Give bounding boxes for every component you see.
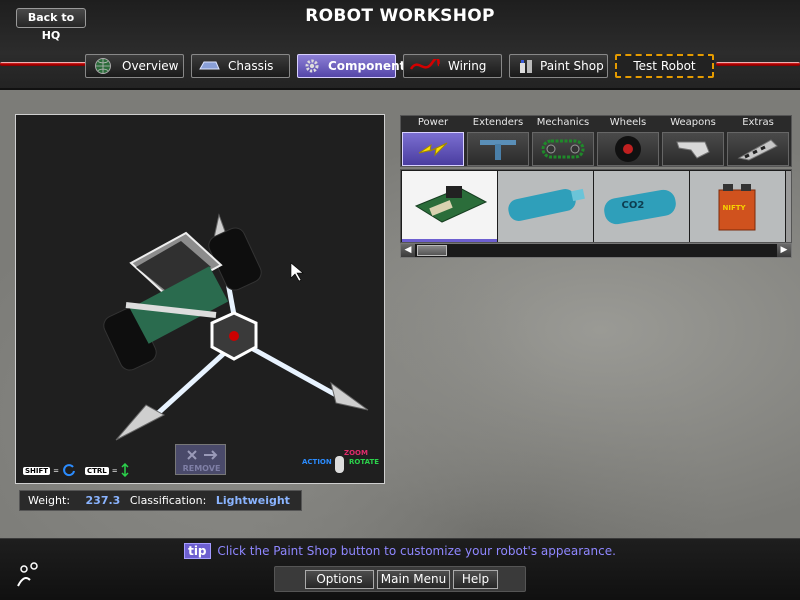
robot-model[interactable] [16,115,384,483]
tab-test-robot[interactable]: Test Robot [615,54,714,78]
battery-cylinder-icon [502,180,590,234]
tab-wiring[interactable]: Wiring [403,54,502,78]
action-label: ACTION [302,458,332,466]
remove-icon [184,447,220,463]
tab-label: Chassis [228,59,274,73]
weight-label: Weight: [28,494,71,507]
category-extras[interactable]: Extras [726,116,790,168]
category-label: Power [417,117,449,128]
blade-icon [662,132,724,166]
scroll-right-arrow-icon[interactable]: ▶ [777,244,791,257]
robot-3d-viewport[interactable]: SHIFT = CTRL = REMOVE ZOOM ACTION ROTATE [15,114,385,484]
classification-label: Classification: [129,494,207,507]
tab-overview[interactable]: Overview [85,54,184,78]
equals-label: = [53,467,59,475]
category-label: Mechanics [536,117,590,128]
mascot-icon [14,560,44,590]
battery-box-icon: NIFTY [715,180,761,234]
wedge-icon [727,132,789,166]
wire-icon [410,57,440,75]
scroll-left-arrow-icon[interactable]: ◀ [401,244,415,257]
red-wire-decoration [0,62,88,66]
extender-icon [467,132,529,166]
tip-badge: tip [184,543,211,559]
tab-chassis[interactable]: Chassis [191,54,290,78]
gear-icon [304,57,320,75]
component-item[interactable]: CO2 [594,171,689,242]
scroll-thumb[interactable] [417,245,447,256]
tab-label: Test Robot [633,59,696,73]
component-item[interactable]: NIFTY [690,171,785,242]
co2-label: CO2 [621,199,645,211]
category-label: Extenders [472,117,524,128]
weight-value: 237.3 [85,494,121,507]
chassis-icon [198,57,220,75]
category-weapons[interactable]: Weapons [661,116,725,168]
category-label: Wheels [609,117,647,128]
rotate-label: ROTATE [349,458,380,466]
circuit-board-icon [410,176,490,234]
component-category-bar: Power Extenders Mechanics Wheels Weapons… [400,115,792,167]
vertical-arrow-icon [121,462,129,479]
rotate-arrow-icon [62,463,76,479]
co2-tank-icon: CO2 [598,182,686,232]
tab-label: Wiring [448,59,487,73]
red-wire-decoration [716,62,800,66]
category-label: Extras [742,117,774,128]
tab-label: Overview [122,59,179,73]
category-extenders[interactable]: Extenders [466,116,530,168]
component-item[interactable] [402,171,497,242]
page-title: ROBOT WORKSHOP [305,6,495,26]
tab-components[interactable]: Components [297,54,413,78]
category-label: Weapons [670,117,716,128]
footer-button-bar: Options Main Menu Help [274,566,526,592]
remove-component-button[interactable]: REMOVE [175,444,226,475]
classification-value: Lightweight [215,494,290,507]
paint-icon [516,57,538,75]
component-item-list: CO2 NIFTY [400,169,792,243]
category-power[interactable]: Power [401,116,465,168]
category-mechanics[interactable]: Mechanics [531,116,595,168]
help-button[interactable]: Help [453,570,498,589]
robot-stats-bar: Weight: 237.3 Classification: Lightweigh… [19,490,302,511]
tab-label: Components [328,59,413,73]
tip-text: Click the Paint Shop button to customize… [217,544,616,558]
mouse-controls-help: ZOOM ACTION ROTATE [302,449,382,477]
remove-label: REMOVE [182,464,221,473]
globe-icon [92,57,114,75]
main-menu-button[interactable]: Main Menu [377,570,450,589]
mouse-icon [335,456,344,473]
ctrl-key-label: CTRL [84,467,109,475]
category-wheels[interactable]: Wheels [596,116,660,168]
lightning-icon [402,132,464,166]
options-button[interactable]: Options [305,570,374,589]
camera-controls-help: SHIFT = CTRL = [23,462,129,479]
tip-line: tip Click the Paint Shop button to custo… [0,543,800,559]
equals-label: = [111,467,118,475]
tab-paint-shop[interactable]: Paint Shop [509,54,608,78]
shift-key-label: SHIFT [23,467,51,475]
component-scrollbar[interactable]: ◀ ▶ [400,243,792,258]
chain-icon [532,132,594,166]
nifty-label: NIFTY [722,203,746,212]
tab-label: Paint Shop [540,59,604,73]
wheel-icon [597,132,659,166]
component-item[interactable] [498,171,593,242]
zoom-label: ZOOM [344,449,368,457]
component-item-partial[interactable] [786,171,791,242]
